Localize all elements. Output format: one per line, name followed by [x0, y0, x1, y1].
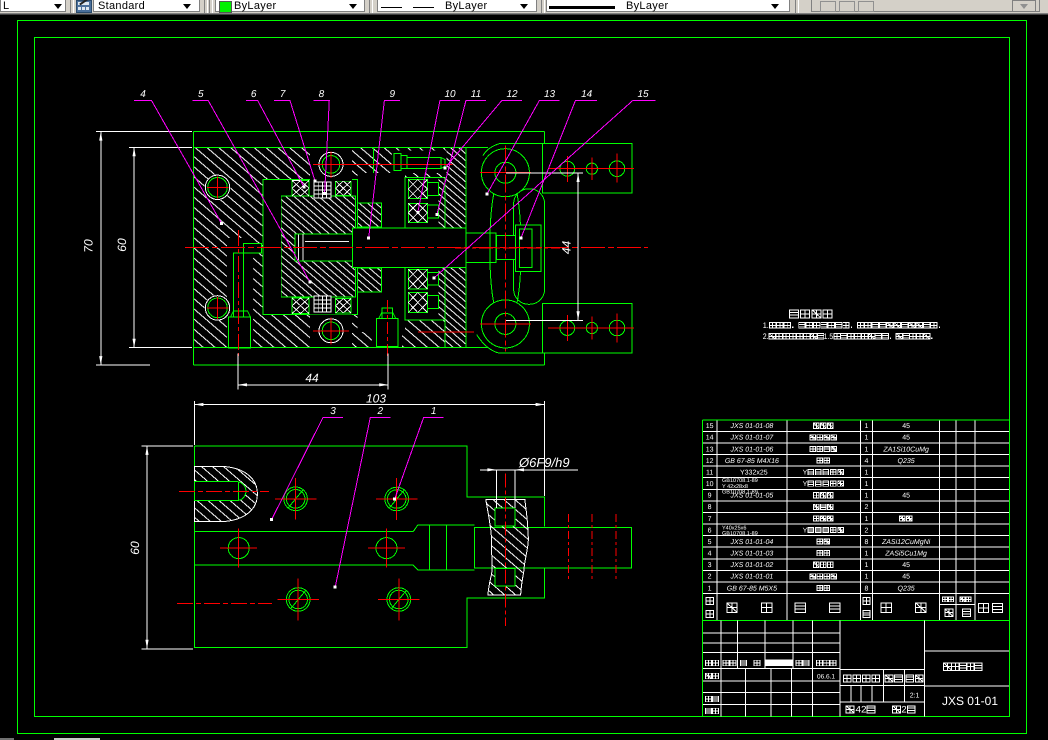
svg-text:JXS 01-01-04: JXS 01-01-04 [729, 539, 773, 546]
svg-text:9: 9 [708, 493, 712, 500]
svg-text:7: 7 [280, 89, 286, 100]
svg-text:Q235: Q235 [898, 458, 915, 465]
svg-text:1: 1 [864, 493, 868, 500]
svg-text:1: 1 [864, 551, 868, 558]
svg-text:JXS 01-01-06: JXS 01-01-06 [729, 446, 773, 453]
svg-text:2: 2 [708, 574, 712, 581]
svg-text:14: 14 [581, 89, 593, 100]
svg-text:45: 45 [902, 423, 910, 430]
svg-text:Y: Y [803, 470, 808, 477]
svg-text:1: 1 [708, 585, 712, 592]
svg-text:44: 44 [305, 371, 319, 385]
svg-text:06.6.1: 06.6.1 [817, 674, 835, 681]
svg-text:2: 2 [864, 504, 868, 511]
svg-text:ZASi12CuMgNi: ZASi12CuMgNi [881, 538, 931, 546]
svg-text:45: 45 [902, 574, 910, 581]
svg-text:2: 2 [377, 406, 384, 417]
svg-text:3: 3 [708, 562, 712, 569]
svg-text:11: 11 [706, 470, 713, 477]
svg-text:GB 67-85 M5X5: GB 67-85 M5X5 [727, 585, 777, 592]
svg-text:12: 12 [506, 89, 518, 100]
svg-text:1: 1 [864, 516, 868, 523]
svg-text:JXS 01-01-02: JXS 01-01-02 [729, 562, 773, 569]
svg-text:60: 60 [115, 238, 129, 252]
svg-text:GB10708.1-89: GB10708.1-89 [722, 531, 758, 537]
svg-text:1: 1 [431, 406, 437, 417]
svg-text:Y332x25: Y332x25 [740, 470, 768, 477]
svg-text:Q235: Q235 [898, 585, 915, 592]
svg-text:12: 12 [706, 458, 714, 465]
svg-text:1: 1 [864, 423, 868, 430]
svg-text:1: 1 [864, 562, 868, 569]
svg-text:1: 1 [864, 574, 868, 581]
svg-text:70: 70 [82, 239, 96, 253]
svg-text:5: 5 [708, 539, 712, 546]
svg-text:8: 8 [864, 539, 868, 546]
svg-text:42: 42 [856, 705, 867, 716]
svg-text:2: 2 [864, 527, 868, 534]
svg-text:8: 8 [864, 585, 868, 592]
svg-text:JXS 01-01-08: JXS 01-01-08 [729, 423, 773, 430]
svg-text:GB 67-85 M4X16: GB 67-85 M4X16 [725, 458, 779, 465]
svg-text:Y: Y [803, 527, 808, 534]
svg-text:Y: Y [803, 481, 808, 488]
svg-text:ZASi5Cu1Mg: ZASi5Cu1Mg [884, 550, 927, 558]
svg-text:13: 13 [544, 89, 556, 100]
svg-text:3: 3 [330, 406, 336, 417]
svg-text:7: 7 [708, 516, 712, 523]
svg-text:JXS 01-01-03: JXS 01-01-03 [729, 551, 773, 558]
svg-text:2:1: 2:1 [910, 693, 920, 700]
svg-text:11: 11 [471, 89, 481, 100]
svg-text:1: 1 [864, 446, 868, 453]
svg-text:4: 4 [864, 458, 868, 465]
svg-text:45: 45 [902, 493, 910, 500]
svg-text:1.5: 1.5 [824, 332, 834, 341]
svg-text:45: 45 [902, 435, 910, 442]
svg-text:JXS 01-01-07: JXS 01-01-07 [729, 435, 774, 442]
svg-text:1: 1 [864, 470, 868, 477]
svg-text:JXS 01-01-01: JXS 01-01-01 [729, 574, 773, 581]
svg-text:ZA1Si10CuMg: ZA1Si10CuMg [882, 445, 929, 453]
svg-text:JXS 01-01: JXS 01-01 [942, 694, 998, 708]
svg-text:45: 45 [902, 562, 910, 569]
svg-text:9: 9 [390, 89, 396, 100]
svg-text:2: 2 [901, 705, 906, 716]
svg-text:1: 1 [864, 481, 868, 488]
svg-text:13: 13 [706, 446, 714, 453]
svg-text:2.: 2. [763, 332, 769, 341]
svg-text:1.: 1. [763, 321, 769, 330]
svg-text:15: 15 [637, 89, 649, 100]
svg-text:10: 10 [444, 89, 456, 100]
svg-text:10: 10 [706, 481, 714, 488]
svg-text:14: 14 [706, 435, 714, 442]
svg-text:4: 4 [708, 551, 712, 558]
svg-text:6: 6 [708, 527, 712, 534]
svg-text:5: 5 [198, 89, 204, 100]
svg-text:Ø6F9/h9: Ø6F9/h9 [518, 455, 570, 470]
svg-text:103: 103 [366, 392, 386, 406]
svg-text:1: 1 [864, 435, 868, 442]
svg-text:60: 60 [128, 541, 142, 555]
svg-text:15: 15 [706, 423, 714, 430]
svg-text:JXS 01-01-05: JXS 01-01-05 [729, 493, 773, 500]
svg-text:4: 4 [140, 89, 146, 100]
svg-text:8: 8 [708, 504, 712, 511]
svg-text:6: 6 [251, 89, 257, 100]
svg-text:8: 8 [319, 89, 325, 100]
svg-text:44: 44 [560, 241, 574, 255]
